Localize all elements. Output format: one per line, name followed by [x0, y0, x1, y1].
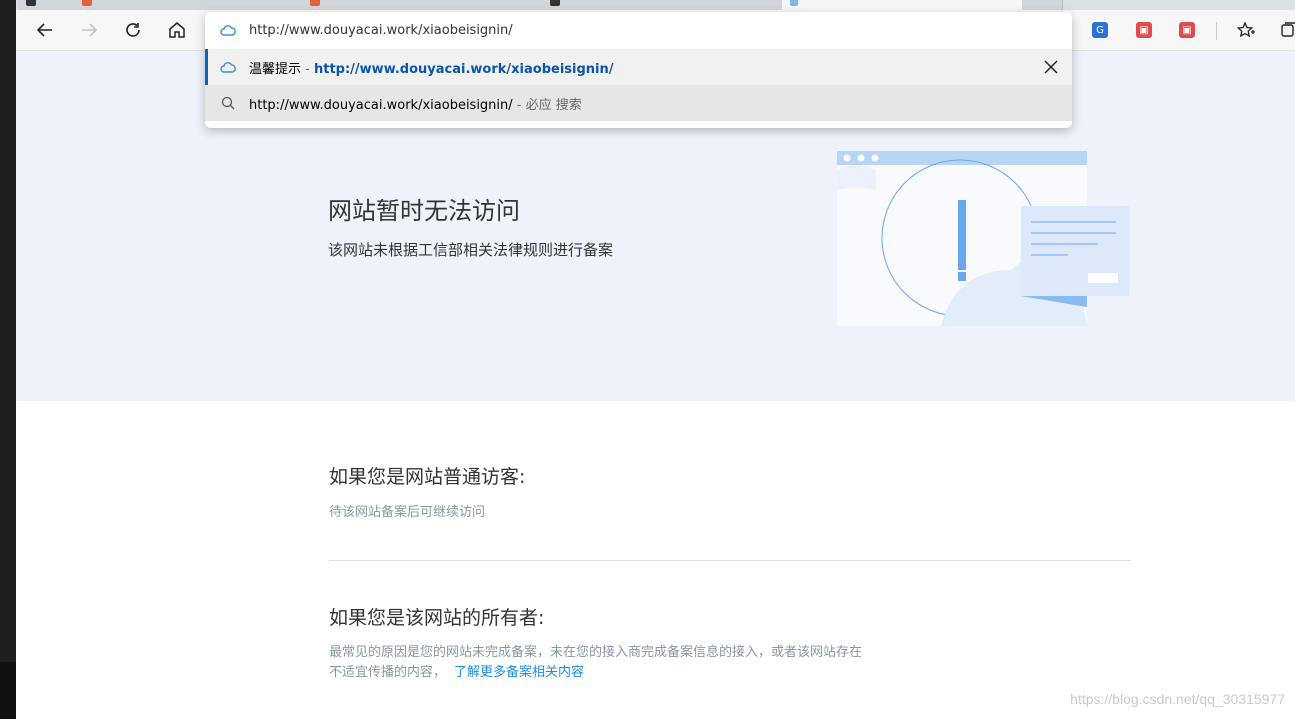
tab[interactable] — [302, 0, 543, 10]
search-icon — [219, 94, 237, 112]
suggestion-separator: - — [301, 61, 314, 77]
owner-section-text-line2: 不适宜传播的内容， 了解更多备案相关内容 — [329, 661, 584, 680]
visitor-section-text: 待该网站备案后可继续访问 — [329, 505, 486, 520]
extension-icon[interactable]: ▣ — [1136, 22, 1152, 38]
translate-icon[interactable]: G — [1092, 22, 1108, 38]
visitor-section-title: 如果您是网站普通访客: — [329, 466, 526, 488]
page-title: 网站暂时无法访问 — [328, 198, 520, 225]
suggestion-search-text: http://www.douyacai.work/xiaobeisignin/ … — [249, 94, 582, 113]
owner-section-title: 如果您是该网站的所有者: — [329, 607, 545, 629]
forward-icon[interactable] — [75, 16, 103, 44]
tab-favicon — [790, 0, 798, 6]
search-query: http://www.douyacai.work/xiaobeisignin/ — [249, 97, 513, 113]
tab-active[interactable] — [782, 0, 1023, 10]
left-window-edge — [0, 0, 16, 719]
cloud-icon — [219, 21, 237, 39]
tab[interactable] — [74, 0, 303, 10]
tab[interactable] — [1022, 0, 1063, 10]
owner-section-text-line1: 最常见的原因是您的网站未完成备案，未在您的接入商完成备案信息的接入，或者该网站存… — [329, 645, 863, 660]
tab-favicon — [550, 0, 560, 6]
suggestion-site[interactable]: 温馨提示 - http://www.douyacai.work/xiaobeis… — [205, 49, 1072, 85]
owner-text-line2: 不适宜传播的内容， — [329, 665, 447, 680]
address-bar[interactable]: http://www.douyacai.work/xiaobeisignin/ — [205, 12, 1072, 48]
address-bar-dropdown: http://www.douyacai.work/xiaobeisignin/ … — [205, 12, 1072, 128]
tab[interactable] — [18, 0, 75, 10]
cloud-icon — [219, 58, 237, 76]
favorites-icon[interactable] — [1232, 16, 1260, 44]
watermark: https://blog.csdn.net/qq_30315977 — [1070, 691, 1285, 707]
left-window-edge-lower — [0, 662, 16, 719]
page-subtitle: 该网站未根据工信部相关法律规则进行备案 — [328, 241, 614, 259]
section-divider — [329, 560, 1131, 561]
home-icon[interactable] — [163, 16, 191, 44]
tab[interactable] — [542, 0, 783, 10]
close-icon[interactable] — [1042, 58, 1060, 76]
extension-icon[interactable]: ▣ — [1179, 22, 1195, 38]
suggestion-url: http://www.douyacai.work/xiaobeisignin/ — [313, 61, 614, 77]
learn-more-link[interactable]: 了解更多备案相关内容 — [454, 665, 584, 680]
warning-illustration — [837, 151, 1129, 326]
refresh-icon[interactable] — [119, 16, 147, 44]
search-suffix: - 必应 搜索 — [512, 97, 582, 113]
browser-window: G ▣ ▣ http://www.douyacai.work/xiaobeisi… — [0, 0, 1295, 719]
tab-favicon — [26, 0, 36, 6]
address-bar-value[interactable]: http://www.douyacai.work/xiaobeisignin/ — [249, 23, 513, 38]
suggestion-search[interactable]: http://www.douyacai.work/xiaobeisignin/ … — [205, 85, 1072, 121]
collections-icon[interactable] — [1275, 16, 1295, 44]
tab-favicon — [82, 0, 92, 6]
suggestion-title: 温馨提示 — [249, 61, 302, 77]
back-icon[interactable] — [31, 16, 59, 44]
suggestion-site-text: 温馨提示 - http://www.douyacai.work/xiaobeis… — [249, 58, 614, 77]
toolbar-divider — [1216, 22, 1217, 40]
tab-favicon — [310, 0, 320, 6]
